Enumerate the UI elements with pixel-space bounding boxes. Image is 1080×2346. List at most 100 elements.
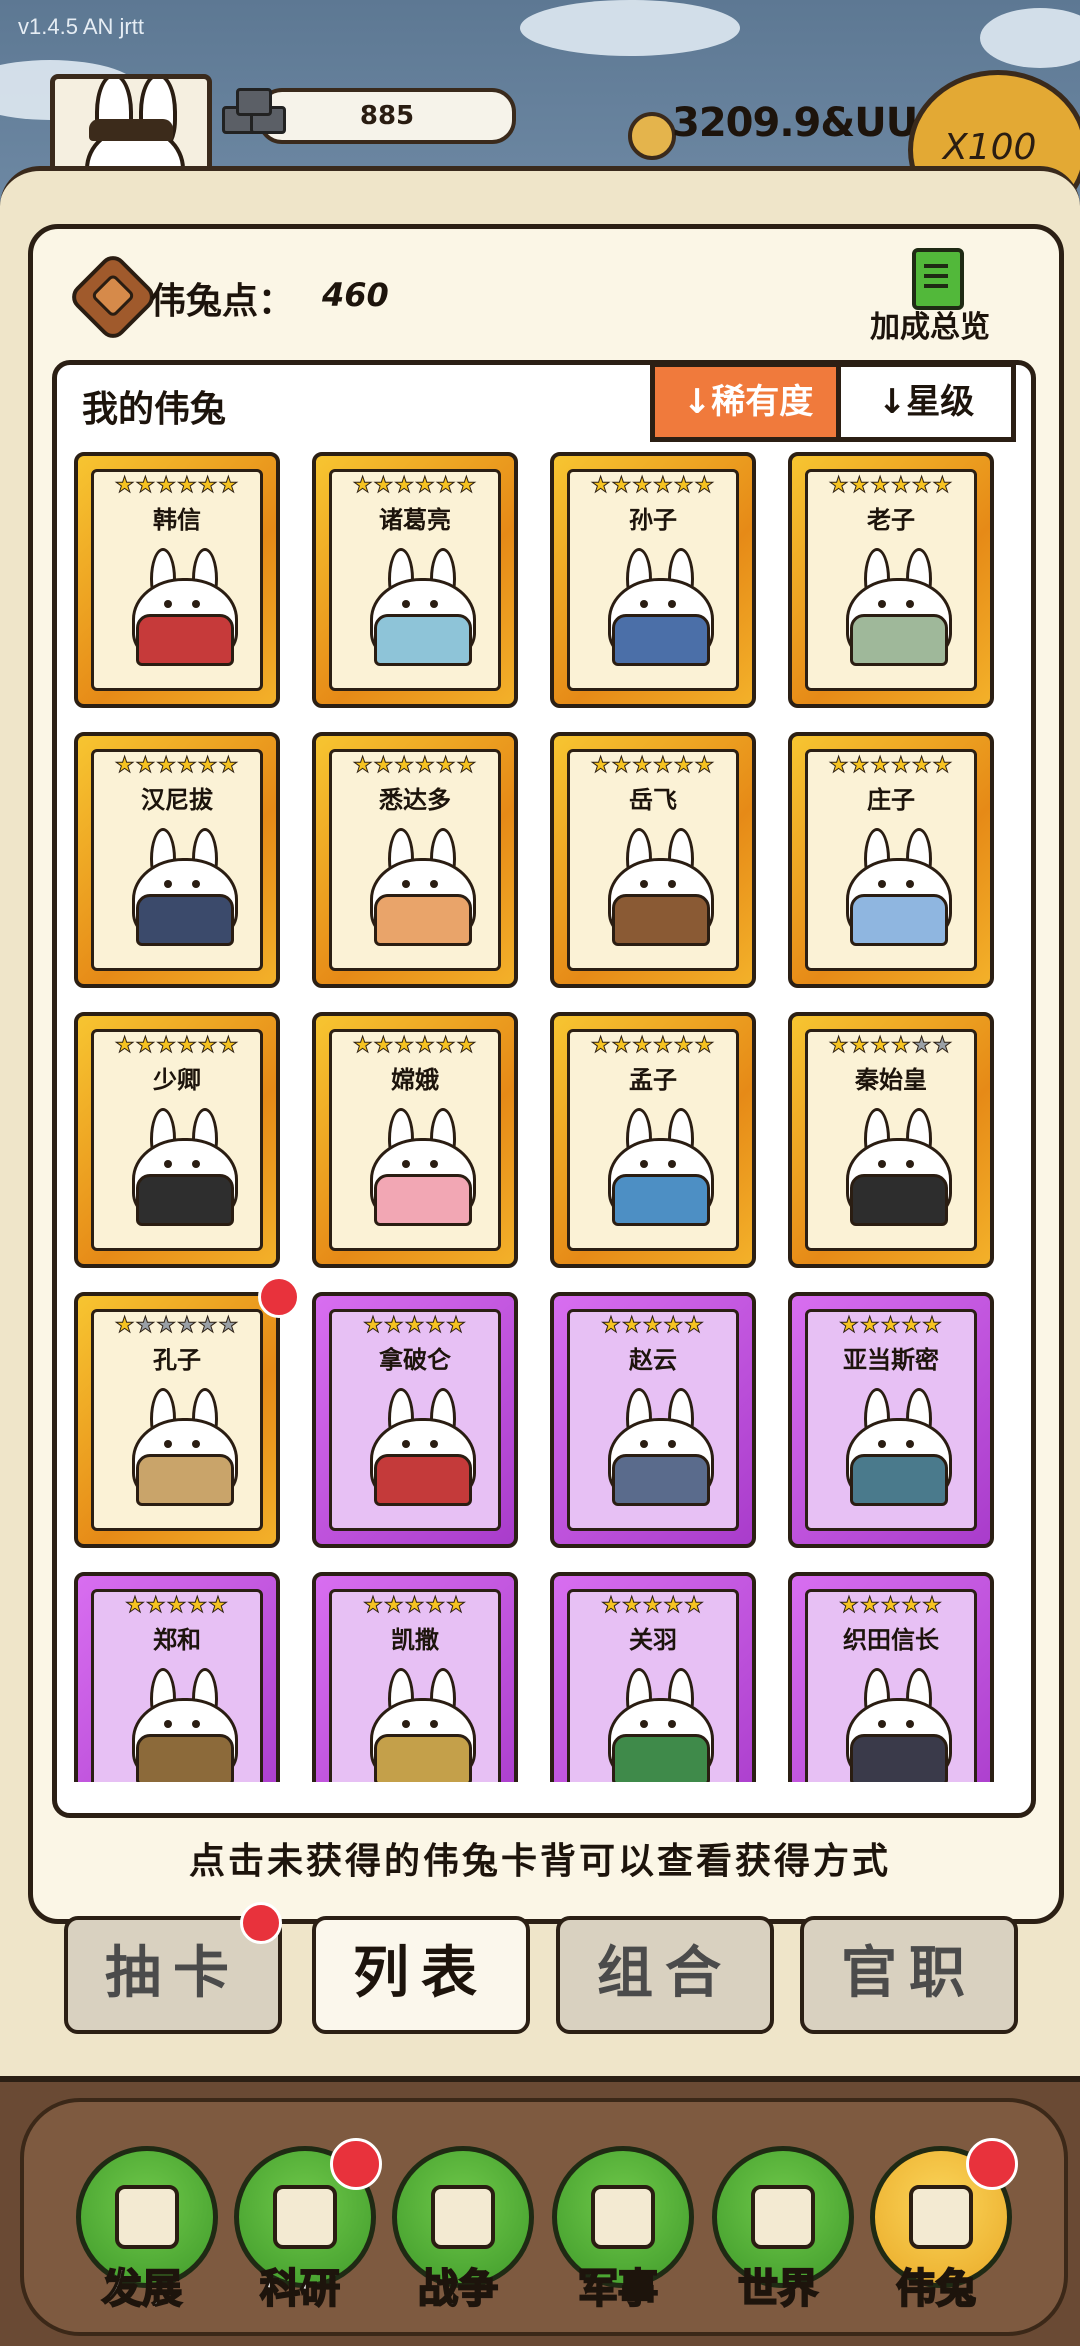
card-face: ★★★★★★ 庄子 — [805, 749, 977, 971]
card-name: 拿破仑 — [379, 1346, 451, 1374]
bunny-card[interactable]: ★★★★★ 织田信长 — [788, 1572, 994, 1782]
star-icon: ★ — [632, 753, 653, 778]
bunny-portrait-icon — [842, 548, 952, 666]
arrow-up-icon — [115, 2185, 179, 2249]
points-value: 460 — [322, 276, 389, 314]
arrow-down-icon: ↓ — [682, 382, 712, 422]
bunny-card[interactable]: ★★★★★ 关羽 — [550, 1572, 756, 1782]
bunny-card[interactable]: ★★★★★★ 秦始皇 — [788, 1012, 994, 1268]
bunny-card[interactable]: ★★★★★★ 庄子 — [788, 732, 994, 988]
star-icon: ★ — [673, 753, 695, 778]
crossed-swords-icon — [431, 2185, 495, 2249]
star-icon: ★ — [590, 753, 612, 778]
bunny-card[interactable]: ★★★★★★ 韩信 — [74, 452, 280, 708]
bunny-card[interactable]: ★★★★★ 凯撒 — [312, 1572, 518, 1782]
sort-rarity-label: 稀有度 — [711, 382, 814, 422]
star-icon: ★ — [642, 1593, 664, 1618]
bunny-card[interactable]: ★★★★★ 赵云 — [550, 1292, 756, 1548]
star-icon: ★ — [187, 1593, 209, 1618]
nav-label: 世界 — [737, 2265, 819, 2313]
card-face: ★★★★★★ 秦始皇 — [805, 1029, 977, 1251]
star-icon: ★ — [394, 753, 415, 778]
bunny-card[interactable]: ★★★★★★ 孔子 — [74, 1292, 280, 1548]
star-icon: ★ — [653, 473, 674, 498]
star-icon: ★ — [383, 1593, 405, 1618]
star-icon: ★ — [394, 1033, 415, 1058]
star-icon: ★ — [352, 753, 374, 778]
sort-by-rarity-button[interactable]: ↓稀有度 — [650, 362, 841, 442]
tab-combination[interactable]: 组合 — [556, 1916, 774, 2034]
sort-by-star-button[interactable]: ↓星级 — [836, 362, 1016, 442]
bunny-card[interactable]: ★★★★★ 郑和 — [74, 1572, 280, 1782]
star-rating: ★★★★★★ — [808, 473, 974, 498]
star-icon: ★ — [125, 1593, 146, 1618]
points-label: 伟兔点： — [150, 281, 295, 322]
star-icon: ★ — [114, 1313, 136, 1338]
bunny-portrait-icon — [128, 548, 238, 666]
star-rating: ★★★★★ — [94, 1593, 260, 1618]
star-icon: ★ — [601, 1313, 622, 1338]
bunny-card[interactable]: ★★★★★★ 少卿 — [74, 1012, 280, 1268]
tab-label: 列表 — [353, 1941, 489, 2006]
card-name: 关羽 — [629, 1626, 677, 1654]
bunny-portrait-icon — [128, 828, 238, 946]
star-icon: ★ — [373, 1033, 395, 1058]
nav-label: 科研 — [259, 2265, 341, 2313]
star-icon: ★ — [870, 1033, 891, 1058]
bonus-overview-button[interactable]: 加成总览 — [870, 302, 990, 346]
star-rating: ★★★★★ — [332, 1313, 498, 1338]
bunny-portrait-icon — [604, 548, 714, 666]
star-icon: ★ — [435, 753, 457, 778]
star-rating: ★★★★★★ — [332, 753, 498, 778]
bunny-portrait-icon — [366, 1388, 476, 1506]
star-icon: ★ — [218, 753, 240, 778]
card-face: ★★★★★★ 诸葛亮 — [329, 469, 501, 691]
star-icon: ★ — [859, 1313, 881, 1338]
bunny-card[interactable]: ★★★★★★ 悉达多 — [312, 732, 518, 988]
star-icon: ★ — [911, 473, 933, 498]
bunny-card[interactable]: ★★★★★★ 嫦娥 — [312, 1012, 518, 1268]
star-icon: ★ — [435, 1033, 457, 1058]
tab-draw-cards-badge — [240, 1902, 282, 1944]
bunny-portrait-icon — [366, 1108, 476, 1226]
star-icon: ★ — [446, 1593, 467, 1618]
star-icon: ★ — [156, 1033, 177, 1058]
multiplier-label: X100 — [943, 127, 1037, 168]
bunny-portrait-icon — [842, 1388, 952, 1506]
star-icon: ★ — [611, 753, 633, 778]
card-name: 赵云 — [629, 1346, 677, 1374]
card-name: 孙子 — [629, 506, 677, 534]
star-rating: ★★★★★★ — [94, 753, 260, 778]
star-icon: ★ — [694, 473, 716, 498]
star-rating: ★★★★★★ — [570, 1033, 736, 1058]
nav-badge — [330, 2138, 382, 2190]
star-icon: ★ — [673, 473, 695, 498]
bonus-overview-icon[interactable] — [912, 248, 964, 310]
bunny-card[interactable]: ★★★★★★ 孙子 — [550, 452, 756, 708]
bunny-card[interactable]: ★★★★★ 亚当斯密 — [788, 1292, 994, 1548]
star-icon: ★ — [114, 753, 136, 778]
tab-official-post[interactable]: 官职 — [800, 1916, 1018, 2034]
tab-label: 官职 — [841, 1941, 977, 2006]
card-face: ★★★★★★ 孔子 — [91, 1309, 263, 1531]
star-rating: ★★★★★★ — [94, 1033, 260, 1058]
bunny-card[interactable]: ★★★★★★ 诸葛亮 — [312, 452, 518, 708]
bunny-card[interactable]: ★★★★★★ 老子 — [788, 452, 994, 708]
star-icon: ★ — [611, 473, 633, 498]
bunny-card[interactable]: ★★★★★ 拿破仑 — [312, 1292, 518, 1548]
card-face: ★★★★★★ 悉达多 — [329, 749, 501, 971]
bunny-card[interactable]: ★★★★★★ 岳飞 — [550, 732, 756, 988]
star-icon: ★ — [218, 473, 240, 498]
star-rating: ★★★★★ — [808, 1313, 974, 1338]
star-icon: ★ — [932, 473, 954, 498]
nav-badge — [966, 2138, 1018, 2190]
card-name: 郑和 — [153, 1626, 201, 1654]
bunny-card[interactable]: ★★★★★★ 汉尼拔 — [74, 732, 280, 988]
card-face: ★★★★★★ 岳飞 — [567, 749, 739, 971]
card-name: 诸葛亮 — [379, 506, 451, 534]
star-icon: ★ — [694, 753, 716, 778]
card-face: ★★★★★★ 少卿 — [91, 1029, 263, 1251]
tab-list[interactable]: 列表 — [312, 1916, 530, 2034]
card-name: 亚当斯密 — [843, 1346, 939, 1374]
bunny-card[interactable]: ★★★★★★ 孟子 — [550, 1012, 756, 1268]
